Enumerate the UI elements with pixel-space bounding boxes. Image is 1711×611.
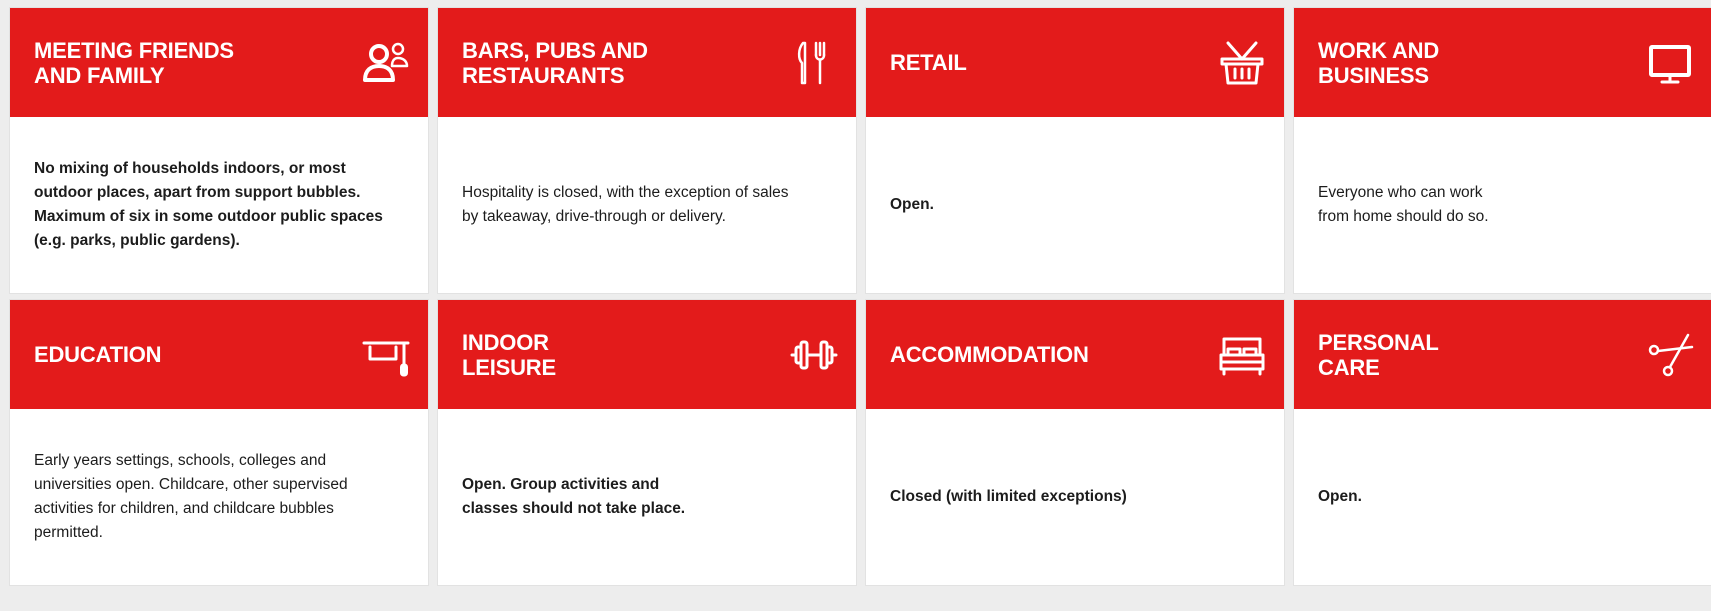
card-header: INDOOR LEISURE bbox=[438, 300, 856, 409]
card-bars-pubs-and-restaurants: BARS, PUBS AND RESTAURANTS Hospitality i… bbox=[438, 8, 856, 293]
card-meeting-friends-and-family: MEETING FRIENDS AND FAMILY No mixing of … bbox=[10, 8, 428, 293]
knife-fork-icon bbox=[788, 37, 840, 89]
card-body: Hospitality is closed, with the exceptio… bbox=[438, 117, 856, 293]
card-description: Hospitality is closed, with the exceptio… bbox=[462, 184, 789, 225]
card-body: Open. bbox=[866, 117, 1284, 293]
card-header: WORK AND BUSINESS bbox=[1294, 8, 1711, 117]
card-header: RETAIL bbox=[866, 8, 1284, 117]
card-description: Early years settings, schools, colleges … bbox=[34, 452, 348, 541]
card-description: Open. bbox=[890, 196, 934, 213]
card-body: Early years settings, schools, colleges … bbox=[10, 409, 428, 585]
card-header: ACCOMMODATION bbox=[866, 300, 1284, 409]
card-description: Open. Group activities and classes shoul… bbox=[462, 476, 686, 517]
card-header: PERSONAL CARE bbox=[1294, 300, 1711, 409]
card-title: WORK AND BUSINESS bbox=[1318, 37, 1440, 88]
card-accommodation: ACCOMMODATION Closed (with limited excep… bbox=[866, 300, 1284, 585]
card-title: ACCOMMODATION bbox=[890, 342, 1089, 367]
card-description: Closed (with limited exceptions) bbox=[890, 488, 1127, 505]
card-indoor-leisure: INDOOR LEISURE Open. Group activities an… bbox=[438, 300, 856, 585]
card-work-and-business: WORK AND BUSINESS Everyone who can work … bbox=[1294, 8, 1711, 293]
card-body: Open. Group activities and classes shoul… bbox=[438, 409, 856, 585]
card-body: Closed (with limited exceptions) bbox=[866, 409, 1284, 585]
card-body: No mixing of households indoors, or most… bbox=[10, 117, 428, 293]
card-title: BARS, PUBS AND RESTAURANTS bbox=[462, 37, 648, 88]
card-title: RETAIL bbox=[890, 50, 967, 75]
card-description: Open. bbox=[1318, 488, 1362, 505]
card-title: EDUCATION bbox=[34, 342, 162, 367]
card-personal-care: PERSONAL CARE Open. bbox=[1294, 300, 1711, 585]
monitor-icon bbox=[1644, 37, 1696, 89]
card-education: EDUCATION Early years settings, schools,… bbox=[10, 300, 428, 585]
people-icon bbox=[360, 37, 412, 89]
card-header: EDUCATION bbox=[10, 300, 428, 409]
shopping-basket-icon bbox=[1216, 37, 1268, 89]
scissors-icon bbox=[1644, 329, 1696, 381]
card-description: No mixing of households indoors, or most… bbox=[34, 160, 383, 249]
graduation-cap-icon bbox=[360, 329, 412, 381]
card-title: INDOOR LEISURE bbox=[462, 329, 556, 380]
card-header: MEETING FRIENDS AND FAMILY bbox=[10, 8, 428, 117]
card-title: PERSONAL CARE bbox=[1318, 329, 1439, 380]
card-header: BARS, PUBS AND RESTAURANTS bbox=[438, 8, 856, 117]
card-retail: RETAIL Open. bbox=[866, 8, 1284, 293]
card-body: Everyone who can work from home should d… bbox=[1294, 117, 1711, 293]
bed-icon bbox=[1216, 329, 1268, 381]
card-title: MEETING FRIENDS AND FAMILY bbox=[34, 37, 234, 88]
restrictions-grid: MEETING FRIENDS AND FAMILY No mixing of … bbox=[10, 8, 1711, 585]
dumbbell-icon bbox=[788, 329, 840, 381]
card-body: Open. bbox=[1294, 409, 1711, 585]
card-description: Everyone who can work from home should d… bbox=[1318, 184, 1489, 225]
